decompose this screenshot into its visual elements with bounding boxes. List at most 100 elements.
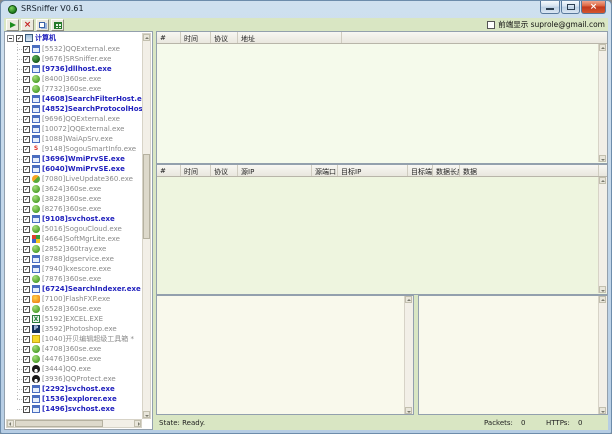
scroll-up-icon[interactable] — [405, 296, 412, 303]
process-checkbox[interactable] — [23, 406, 30, 413]
process-checkbox[interactable] — [23, 306, 30, 313]
packet-col-8[interactable]: 数据 — [460, 165, 599, 176]
packet-col-5[interactable]: 目标IP — [338, 165, 408, 176]
process-checkbox[interactable] — [23, 246, 30, 253]
address-table-scrollbar[interactable] — [598, 44, 607, 162]
request-detail-scrollbar[interactable] — [404, 296, 413, 414]
tree-item[interactable]: P[3592]Photoshop.exe — [6, 324, 142, 334]
tree-item[interactable]: [2852]360tray.exe — [6, 244, 142, 254]
process-checkbox[interactable] — [23, 106, 30, 113]
process-checkbox[interactable] — [23, 316, 30, 323]
process-checkbox[interactable] — [23, 96, 30, 103]
packet-col-0[interactable]: # — [157, 165, 181, 176]
scroll-left-icon[interactable] — [7, 420, 14, 427]
scroll-down-icon[interactable] — [599, 407, 606, 414]
scroll-down-icon[interactable] — [405, 407, 412, 414]
tree-item[interactable]: [7080]LiveUpdate360.exe — [6, 174, 142, 184]
process-checkbox[interactable] — [23, 126, 30, 133]
process-checkbox[interactable] — [23, 176, 30, 183]
process-checkbox[interactable] — [23, 136, 30, 143]
tree-item[interactable]: [3444]QQ.exe — [6, 364, 142, 374]
scroll-up-icon[interactable] — [599, 296, 606, 303]
copy-window-button[interactable] — [36, 19, 49, 31]
scroll-down-icon[interactable] — [143, 411, 150, 418]
process-checkbox[interactable] — [23, 236, 30, 243]
response-detail-box[interactable] — [418, 295, 608, 415]
tree-item[interactable]: [7876]360se.exe — [6, 274, 142, 284]
tree-item[interactable]: [5532]QQExternal.exe — [6, 44, 142, 54]
tree-item[interactable]: [7100]FlashFXP.exe — [6, 294, 142, 304]
process-checkbox[interactable] — [23, 216, 30, 223]
process-checkbox[interactable] — [23, 56, 30, 63]
process-checkbox[interactable] — [23, 226, 30, 233]
tree-vscroll-thumb[interactable] — [143, 154, 150, 239]
tree-item[interactable]: [3828]360se.exe — [6, 194, 142, 204]
tree-hscroll-thumb[interactable] — [15, 420, 103, 427]
packet-col-4[interactable]: 源端口 — [312, 165, 338, 176]
process-checkbox[interactable] — [23, 276, 30, 283]
packet-col-6[interactable]: 目标端口 — [408, 165, 433, 176]
tree-item[interactable]: [5016]SogouCloud.exe — [6, 224, 142, 234]
address-table-body[interactable] — [157, 44, 597, 163]
packet-col-7[interactable]: 数据长度 — [433, 165, 460, 176]
packet-col-1[interactable]: 时间 — [181, 165, 211, 176]
tree-item[interactable]: [9676]SRSniffer.exe — [6, 54, 142, 64]
process-checkbox[interactable] — [23, 156, 30, 163]
tree-item[interactable]: X[5192]EXCEL.EXE — [6, 314, 142, 324]
export-grid-button[interactable] — [51, 19, 64, 31]
packet-col-3[interactable]: 源IP — [238, 165, 312, 176]
tree-item[interactable]: [6528]360se.exe — [6, 304, 142, 314]
process-checkbox[interactable] — [23, 346, 30, 353]
minimize-button[interactable] — [540, 1, 560, 14]
tree-vertical-scrollbar[interactable] — [142, 33, 151, 419]
tree-item[interactable]: [3696]WmiPrvSE.exe — [6, 154, 142, 164]
tree-item[interactable]: [8400]360se.exe — [6, 74, 142, 84]
tree-item[interactable]: [3936]QQProtect.exe — [6, 374, 142, 384]
scroll-right-icon[interactable] — [134, 420, 141, 427]
process-checkbox[interactable] — [23, 146, 30, 153]
tree-item[interactable]: [1088]WaiApSrv.exe — [6, 134, 142, 144]
close-button[interactable]: × — [581, 1, 606, 14]
process-checkbox[interactable] — [23, 166, 30, 173]
stop-clear-button[interactable]: × — [21, 19, 34, 31]
process-checkbox[interactable] — [23, 326, 30, 333]
front-display-checkbox[interactable] — [487, 21, 495, 29]
process-checkbox[interactable] — [23, 76, 30, 83]
root-checkbox[interactable] — [16, 35, 23, 42]
tree-item[interactable]: [4852]SearchProtocolHost.e — [6, 104, 142, 114]
tree-root[interactable]: 计算机 — [5, 33, 152, 43]
address-col-0[interactable]: # — [157, 32, 181, 43]
scroll-up-icon[interactable] — [599, 177, 606, 184]
address-col-1[interactable]: 时间 — [181, 32, 211, 43]
process-checkbox[interactable] — [23, 296, 30, 303]
process-checkbox[interactable] — [23, 386, 30, 393]
tree-item[interactable]: [8276]360se.exe — [6, 204, 142, 214]
tree-item[interactable]: [10072]QQExternal.exe — [6, 124, 142, 134]
scroll-down-icon[interactable] — [599, 286, 606, 293]
tree-item[interactable]: [6724]SearchIndexer.exe — [6, 284, 142, 294]
packet-table-scrollbar[interactable] — [598, 177, 607, 293]
packet-col-2[interactable]: 协议 — [211, 165, 238, 176]
scroll-up-icon[interactable] — [143, 34, 150, 41]
process-checkbox[interactable] — [23, 336, 30, 343]
address-col-3[interactable]: 地址 — [238, 32, 342, 43]
titlebar[interactable]: SRSniffer V0.61 × — [1, 1, 611, 18]
start-capture-button[interactable] — [6, 19, 19, 31]
tree-item[interactable]: [7732]360se.exe — [6, 84, 142, 94]
tree-item[interactable]: [1496]svchost.exe — [6, 404, 142, 414]
response-detail-scrollbar[interactable] — [598, 296, 607, 414]
process-checkbox[interactable] — [23, 66, 30, 73]
tree-item[interactable]: [8788]dgservice.exe — [6, 254, 142, 264]
process-checkbox[interactable] — [23, 396, 30, 403]
tree-item[interactable]: [2292]svchost.exe — [6, 384, 142, 394]
tree-item[interactable]: [1536]explorer.exe — [6, 394, 142, 404]
process-checkbox[interactable] — [23, 356, 30, 363]
process-checkbox[interactable] — [23, 186, 30, 193]
tree-item[interactable]: S[9148]SogouSmartInfo.exe — [6, 144, 142, 154]
packet-table-body[interactable] — [157, 177, 597, 294]
scroll-down-icon[interactable] — [599, 155, 606, 162]
scroll-up-icon[interactable] — [599, 44, 606, 51]
tree-item[interactable]: [6040]WmiPrvSE.exe — [6, 164, 142, 174]
process-checkbox[interactable] — [23, 46, 30, 53]
tree-item[interactable]: [3624]360se.exe — [6, 184, 142, 194]
